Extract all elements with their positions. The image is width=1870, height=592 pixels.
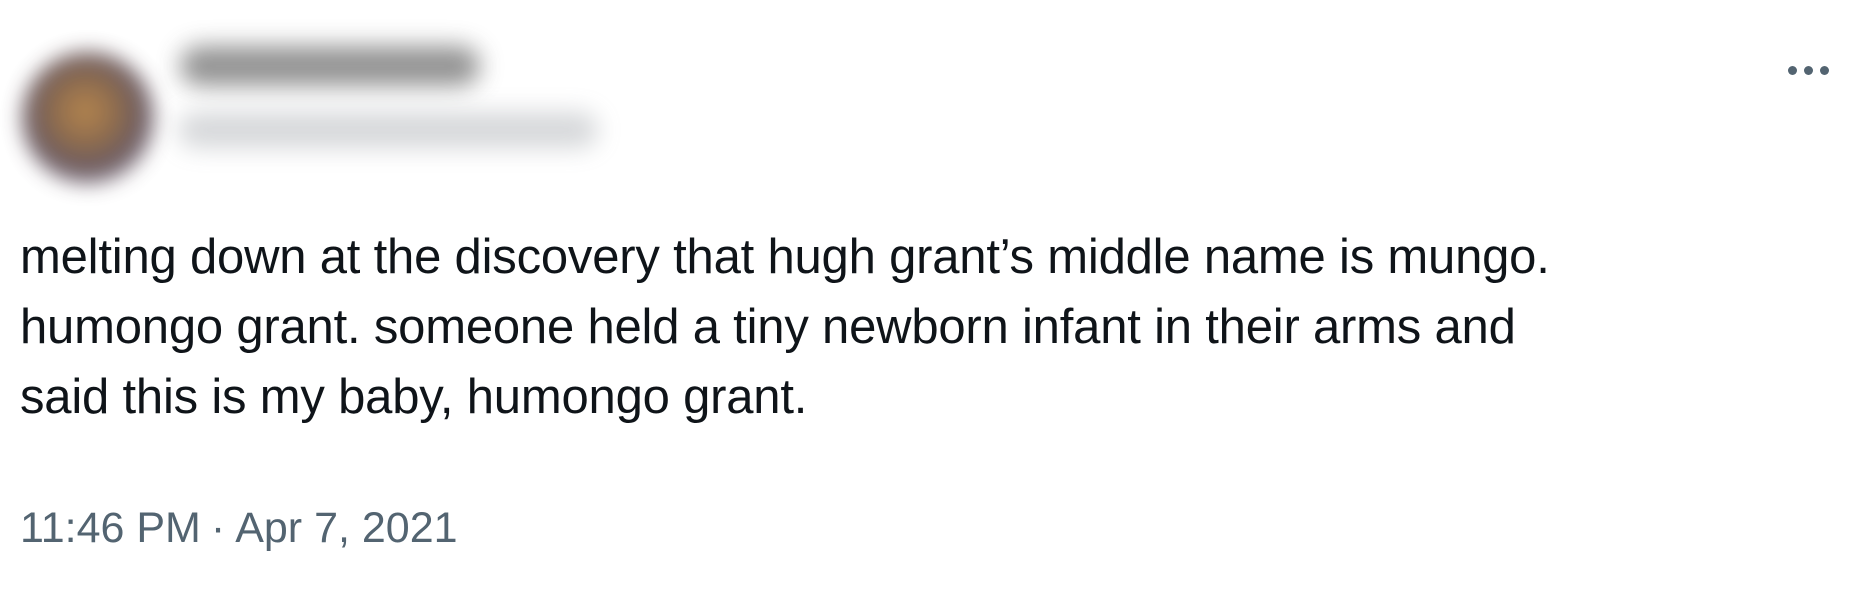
- tweet-text-line: said this is my baby, humongo grant.: [20, 370, 808, 424]
- tweet-time[interactable]: 11:46 PM: [20, 504, 201, 552]
- meta-separator: ·: [210, 504, 226, 552]
- tweet-text-line: melting down at the discovery that hugh …: [20, 230, 1550, 284]
- avatar[interactable]: [22, 52, 154, 184]
- more-dot: [1819, 65, 1829, 75]
- more-dot: [1787, 65, 1797, 75]
- tweet-text: melting down at the discovery that hugh …: [20, 222, 1840, 432]
- more-dot: [1803, 65, 1813, 75]
- tweet-text-line: humongo grant. someone held a tiny newbo…: [20, 300, 1516, 354]
- tweet-timestamp[interactable]: 11:46 PM · Apr 7, 2021: [20, 500, 458, 556]
- more-options-icon[interactable]: [1778, 52, 1838, 88]
- tweet-card[interactable]: melting down at the discovery that hugh …: [0, 0, 1870, 592]
- display-name-blurred[interactable]: [180, 46, 480, 86]
- user-handle-blurred[interactable]: [178, 112, 598, 148]
- tweet-date[interactable]: Apr 7, 2021: [235, 504, 457, 552]
